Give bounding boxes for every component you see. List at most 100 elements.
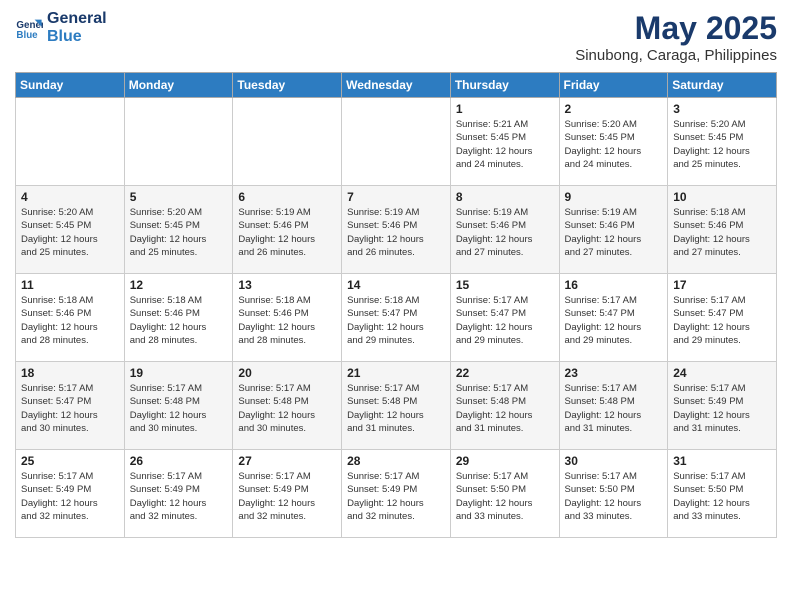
day-info: Sunrise: 5:18 AM Sunset: 5:46 PM Dayligh…	[673, 206, 771, 259]
calendar-cell: 30Sunrise: 5:17 AM Sunset: 5:50 PM Dayli…	[559, 450, 668, 538]
calendar-cell: 13Sunrise: 5:18 AM Sunset: 5:46 PM Dayli…	[233, 274, 342, 362]
day-number: 25	[21, 454, 119, 468]
day-info: Sunrise: 5:20 AM Sunset: 5:45 PM Dayligh…	[673, 118, 771, 171]
calendar-cell: 6 Sunrise: 5:19 AM Sunset: 5:46 PM Daylig…	[233, 186, 342, 274]
calendar-cell: 24Sunrise: 5:17 AM Sunset: 5:49 PM Dayli…	[668, 362, 777, 450]
day-info: Sunrise: 5:17 AM Sunset: 5:49 PM Dayligh…	[21, 470, 119, 523]
calendar-cell: 16 Sunrise: 5:17 AM Sunset: 5:47 PM Dayli…	[559, 274, 668, 362]
logo-line1: General	[47, 10, 107, 28]
day-info: Sunrise: 5:18 AM Sunset: 5:47 PM Dayligh…	[347, 294, 445, 347]
calendar-week-row: 18 Sunrise: 5:17 AM Sunset: 5:47 PM Dayli…	[16, 362, 777, 450]
calendar-table: SundayMondayTuesdayWednesdayThursdayFrid…	[15, 72, 777, 538]
calendar-cell: 21Sunrise: 5:17 AM Sunset: 5:48 PM Dayli…	[342, 362, 451, 450]
day-number: 18	[21, 366, 119, 380]
day-number: 27	[238, 454, 336, 468]
calendar-cell: 29 Sunrise: 5:17 AM Sunset: 5:50 PM Dayli…	[450, 450, 559, 538]
day-info: Sunrise: 5:17 AM Sunset: 5:47 PM Dayligh…	[673, 294, 771, 347]
calendar-cell: 11 Sunrise: 5:18 AM Sunset: 5:46 PM Dayli…	[16, 274, 125, 362]
day-number: 8	[456, 190, 554, 204]
day-info: Sunrise: 5:17 AM Sunset: 5:48 PM Dayligh…	[347, 382, 445, 435]
day-info: Sunrise: 5:17 AM Sunset: 5:47 PM Dayligh…	[565, 294, 663, 347]
calendar-cell: 23 Sunrise: 5:17 AM Sunset: 5:48 PM Dayli…	[559, 362, 668, 450]
calendar-cell: 28 Sunrise: 5:17 AM Sunset: 5:49 PM Dayli…	[342, 450, 451, 538]
calendar-cell: 25 Sunrise: 5:17 AM Sunset: 5:49 PM Dayli…	[16, 450, 125, 538]
weekday-header-sunday: Sunday	[16, 73, 125, 98]
day-number: 22	[456, 366, 554, 380]
day-number: 1	[456, 102, 554, 116]
day-info: Sunrise: 5:17 AM Sunset: 5:50 PM Dayligh…	[456, 470, 554, 523]
logo-line2: Blue	[47, 28, 107, 46]
calendar-cell: 22 Sunrise: 5:17 AM Sunset: 5:48 PM Dayli…	[450, 362, 559, 450]
day-number: 11	[21, 278, 119, 292]
calendar-cell: 4Sunrise: 5:20 AM Sunset: 5:45 PM Daylig…	[16, 186, 125, 274]
day-info: Sunrise: 5:21 AM Sunset: 5:45 PM Dayligh…	[456, 118, 554, 171]
svg-text:Blue: Blue	[16, 30, 38, 41]
calendar-cell: 31 Sunrise: 5:17 AM Sunset: 5:50 PM Dayli…	[668, 450, 777, 538]
calendar-week-row: 11 Sunrise: 5:18 AM Sunset: 5:46 PM Dayli…	[16, 274, 777, 362]
day-number: 16	[565, 278, 663, 292]
weekday-header-wednesday: Wednesday	[342, 73, 451, 98]
day-info: Sunrise: 5:17 AM Sunset: 5:50 PM Dayligh…	[673, 470, 771, 523]
calendar-week-row: 1 Sunrise: 5:21 AM Sunset: 5:45 PM Daylig…	[16, 98, 777, 186]
day-number: 12	[130, 278, 228, 292]
calendar-cell: 9 Sunrise: 5:19 AM Sunset: 5:46 PM Daylig…	[559, 186, 668, 274]
day-number: 15	[456, 278, 554, 292]
calendar-cell	[342, 98, 451, 186]
calendar-cell: 15Sunrise: 5:17 AM Sunset: 5:47 PM Dayli…	[450, 274, 559, 362]
weekday-header-row: SundayMondayTuesdayWednesdayThursdayFrid…	[16, 73, 777, 98]
day-info: Sunrise: 5:20 AM Sunset: 5:45 PM Dayligh…	[130, 206, 228, 259]
logo-icon: General Blue	[15, 14, 43, 42]
day-number: 17	[673, 278, 771, 292]
day-number: 26	[130, 454, 228, 468]
day-info: Sunrise: 5:17 AM Sunset: 5:48 PM Dayligh…	[456, 382, 554, 435]
day-info: Sunrise: 5:17 AM Sunset: 5:48 PM Dayligh…	[565, 382, 663, 435]
day-number: 10	[673, 190, 771, 204]
calendar-cell: 19Sunrise: 5:17 AM Sunset: 5:48 PM Dayli…	[124, 362, 233, 450]
day-number: 5	[130, 190, 228, 204]
day-info: Sunrise: 5:17 AM Sunset: 5:49 PM Dayligh…	[347, 470, 445, 523]
day-info: Sunrise: 5:20 AM Sunset: 5:45 PM Dayligh…	[565, 118, 663, 171]
calendar-cell: 12 Sunrise: 5:18 AM Sunset: 5:46 PM Dayli…	[124, 274, 233, 362]
day-info: Sunrise: 5:19 AM Sunset: 5:46 PM Dayligh…	[456, 206, 554, 259]
day-number: 31	[673, 454, 771, 468]
day-info: Sunrise: 5:18 AM Sunset: 5:46 PM Dayligh…	[21, 294, 119, 347]
day-number: 28	[347, 454, 445, 468]
day-number: 9	[565, 190, 663, 204]
calendar-title: May 2025	[575, 10, 777, 47]
day-info: Sunrise: 5:19 AM Sunset: 5:46 PM Dayligh…	[238, 206, 336, 259]
calendar-week-row: 4 Sunrise: 5:20 AM Sunset: 5:45 PM Daylig…	[16, 186, 777, 274]
calendar-cell: 27 Sunrise: 5:17 AM Sunset: 5:49 PM Dayli…	[233, 450, 342, 538]
day-number: 3	[673, 102, 771, 116]
calendar-week-row: 25 Sunrise: 5:17 AM Sunset: 5:49 PM Dayli…	[16, 450, 777, 538]
day-info: Sunrise: 5:17 AM Sunset: 5:48 PM Dayligh…	[130, 382, 228, 435]
calendar-cell: 26Sunrise: 5:17 AM Sunset: 5:49 PM Dayli…	[124, 450, 233, 538]
calendar-cell: 20 Sunrise: 5:17 AM Sunset: 5:48 PM Dayli…	[233, 362, 342, 450]
day-number: 23	[565, 366, 663, 380]
weekday-header-friday: Friday	[559, 73, 668, 98]
calendar-cell: 1 Sunrise: 5:21 AM Sunset: 5:45 PM Daylig…	[450, 98, 559, 186]
calendar-cell: 3 Sunrise: 5:20 AM Sunset: 5:45 PM Daylig…	[668, 98, 777, 186]
day-number: 20	[238, 366, 336, 380]
day-number: 30	[565, 454, 663, 468]
day-info: Sunrise: 5:17 AM Sunset: 5:47 PM Dayligh…	[21, 382, 119, 435]
header: General Blue General Blue May 2025 Sinub…	[15, 10, 777, 64]
day-number: 6	[238, 190, 336, 204]
day-info: Sunrise: 5:17 AM Sunset: 5:48 PM Dayligh…	[238, 382, 336, 435]
day-number: 29	[456, 454, 554, 468]
day-info: Sunrise: 5:17 AM Sunset: 5:49 PM Dayligh…	[238, 470, 336, 523]
calendar-cell: 8 Sunrise: 5:19 AM Sunset: 5:46 PM Daylig…	[450, 186, 559, 274]
day-number: 7	[347, 190, 445, 204]
weekday-header-thursday: Thursday	[450, 73, 559, 98]
calendar-cell: 2 Sunrise: 5:20 AM Sunset: 5:45 PM Daylig…	[559, 98, 668, 186]
day-number: 4	[21, 190, 119, 204]
weekday-header-tuesday: Tuesday	[233, 73, 342, 98]
weekday-header-monday: Monday	[124, 73, 233, 98]
calendar-cell	[16, 98, 125, 186]
day-info: Sunrise: 5:18 AM Sunset: 5:46 PM Dayligh…	[238, 294, 336, 347]
day-info: Sunrise: 5:18 AM Sunset: 5:46 PM Dayligh…	[130, 294, 228, 347]
calendar-cell: 18 Sunrise: 5:17 AM Sunset: 5:47 PM Dayli…	[16, 362, 125, 450]
calendar-cell: 10 Sunrise: 5:18 AM Sunset: 5:46 PM Dayli…	[668, 186, 777, 274]
day-info: Sunrise: 5:19 AM Sunset: 5:46 PM Dayligh…	[565, 206, 663, 259]
day-number: 2	[565, 102, 663, 116]
calendar-cell: 14Sunrise: 5:18 AM Sunset: 5:47 PM Dayli…	[342, 274, 451, 362]
